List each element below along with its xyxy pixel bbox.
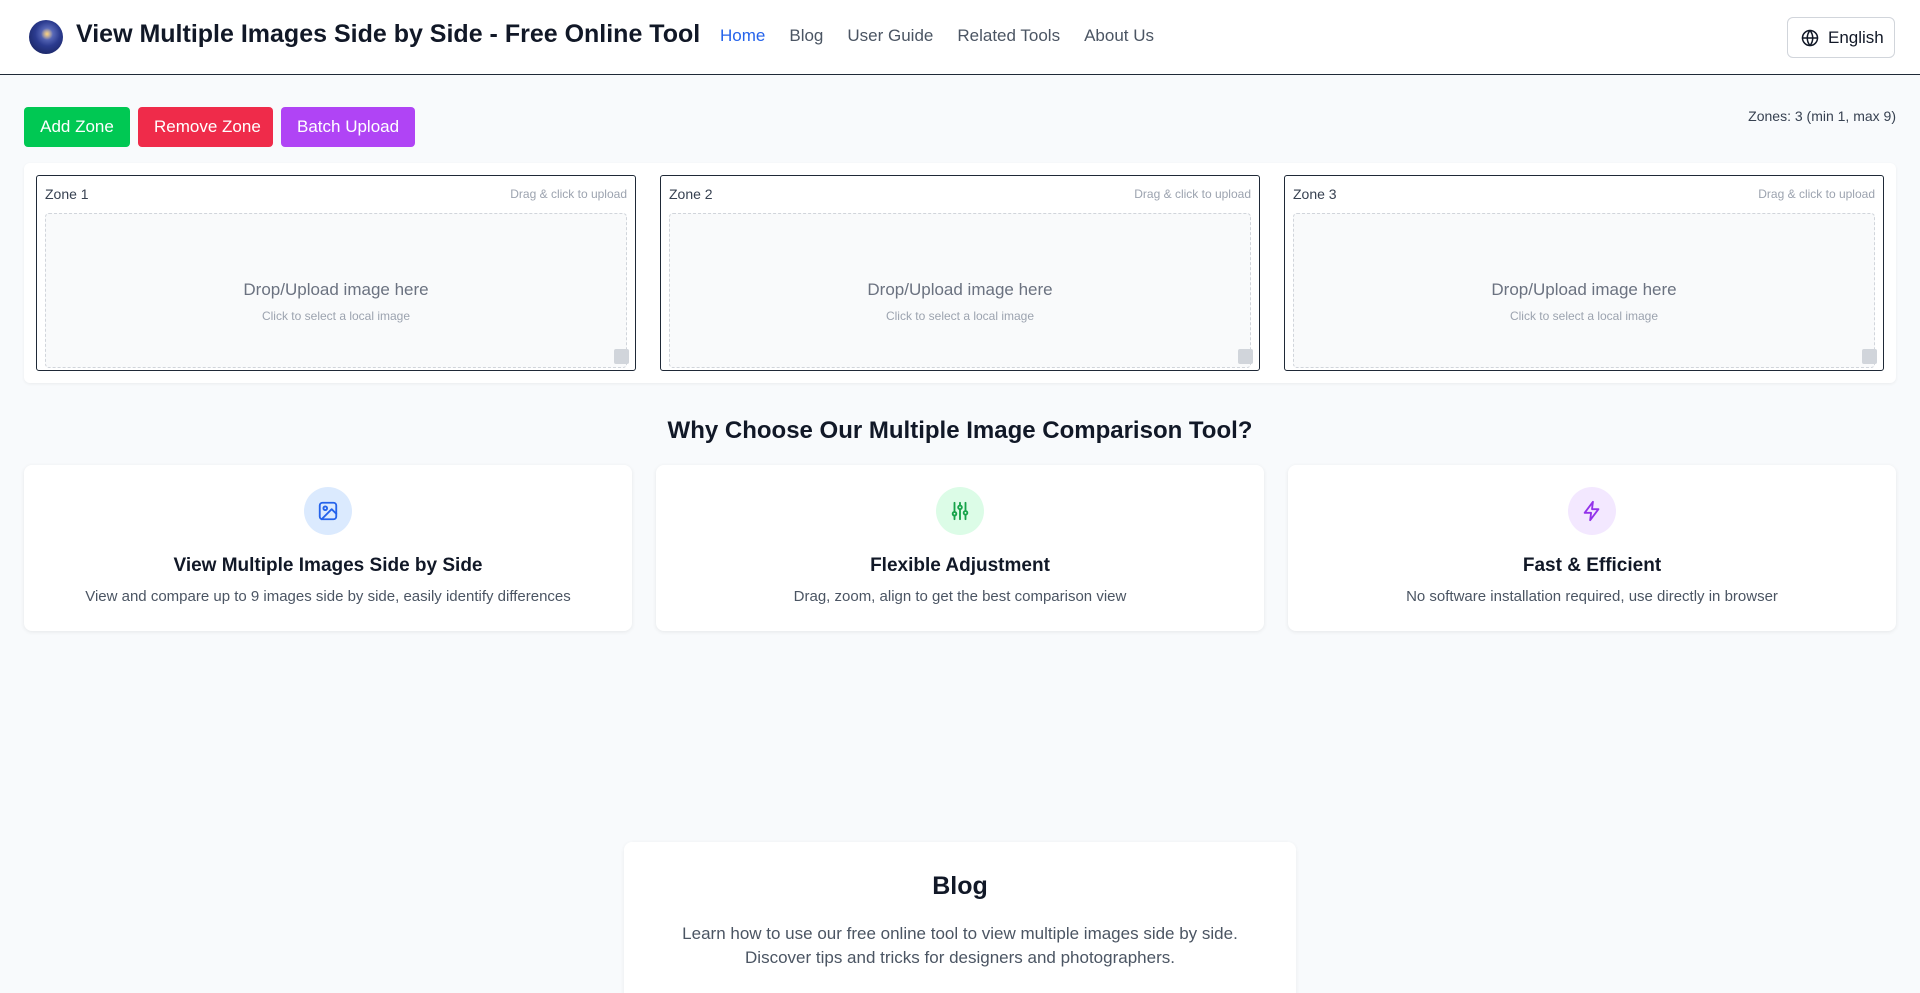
image-icon (304, 487, 352, 535)
drop-area[interactable]: Drop/Upload image here Click to select a… (1293, 213, 1875, 368)
feature-title: Fast & Efficient (1522, 555, 1662, 576)
site-header: View Multiple Images Side by Side - Free… (0, 0, 1920, 75)
nav-related-tools[interactable]: Related Tools (957, 26, 1060, 46)
nav-about-us[interactable]: About Us (1084, 26, 1154, 46)
drop-area[interactable]: Drop/Upload image here Click to select a… (669, 213, 1251, 368)
remove-zone-button[interactable]: Remove Zone (138, 107, 273, 147)
resize-handle[interactable] (1238, 349, 1253, 364)
add-zone-button[interactable]: Add Zone (24, 107, 130, 147)
zone-title: Zone 1 (45, 186, 89, 202)
drop-label: Drop/Upload image here (243, 280, 429, 299)
globe-icon (1801, 29, 1819, 46)
zone-hint: Drag & click to upload (1134, 187, 1251, 201)
main-nav: Home Blog User Guide Related Tools About… (720, 26, 1178, 46)
section-title: Why Choose Our Multiple Image Comparison… (667, 417, 1253, 444)
drop-label: Drop/Upload image here (867, 280, 1053, 299)
zone-hint: Drag & click to upload (510, 187, 627, 201)
zone-1[interactable]: Zone 1 Drag & click to upload Drop/Uploa… (36, 175, 636, 371)
drop-sublabel: Click to select a local image (885, 309, 1035, 323)
zone-3[interactable]: Zone 3 Drag & click to upload Drop/Uploa… (1284, 175, 1884, 371)
feature-desc: View and compare up to 9 images side by … (85, 588, 571, 605)
batch-upload-button[interactable]: Batch Upload (281, 107, 415, 147)
nav-blog[interactable]: Blog (789, 26, 823, 46)
zone-hint: Drag & click to upload (1758, 187, 1875, 201)
site-title: View Multiple Images Side by Side - Free… (76, 20, 701, 48)
lightning-icon (1568, 487, 1616, 535)
feature-title: Flexible Adjustment (870, 555, 1050, 576)
logo-icon[interactable] (29, 20, 63, 54)
drop-area[interactable]: Drop/Upload image here Click to select a… (45, 213, 627, 368)
resize-handle[interactable] (1862, 349, 1877, 364)
drop-sublabel: Click to select a local image (1509, 309, 1659, 323)
blog-desc-line: Learn how to use our free online tool to… (682, 924, 1238, 943)
nav-user-guide[interactable]: User Guide (847, 26, 933, 46)
feature-card: Flexible Adjustment Drag, zoom, align to… (656, 465, 1264, 631)
feature-desc: No software installation required, use d… (1406, 588, 1778, 605)
drop-label: Drop/Upload image here (1491, 280, 1677, 299)
language-button[interactable]: English (1787, 17, 1895, 58)
feature-desc: Drag, zoom, align to get the best compar… (793, 588, 1127, 605)
feature-card: View Multiple Images Side by Side View a… (24, 465, 632, 631)
blog-desc-line: Discover tips and tricks for designers a… (745, 948, 1175, 967)
resize-handle[interactable] (614, 349, 629, 364)
sliders-icon (936, 487, 984, 535)
feature-card: Fast & Efficient No software installatio… (1288, 465, 1896, 631)
drop-sublabel: Click to select a local image (261, 309, 411, 323)
zone-title: Zone 3 (1293, 186, 1337, 202)
zone-title: Zone 2 (669, 186, 713, 202)
nav-home[interactable]: Home (720, 26, 765, 46)
feature-title: View Multiple Images Side by Side (173, 555, 483, 576)
blog-card: Blog Learn how to use our free online to… (624, 842, 1296, 993)
language-label: English (1828, 27, 1884, 47)
blog-title: Blog (932, 872, 988, 900)
zones-count: Zones: 3 (min 1, max 9) (1748, 108, 1896, 124)
blog-description: Learn how to use our free online tool to… (664, 922, 1256, 970)
zone-2[interactable]: Zone 2 Drag & click to upload Drop/Uploa… (660, 175, 1260, 371)
zones-container: Zone 1 Drag & click to upload Drop/Uploa… (24, 163, 1896, 383)
